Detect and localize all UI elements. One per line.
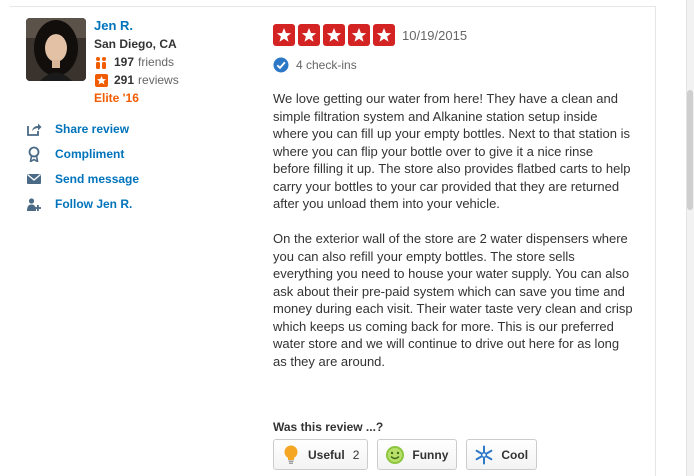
review-star-icon	[94, 74, 108, 87]
helpful-prompt: Was this review ...?	[273, 420, 384, 434]
share-review-action[interactable]: Share review	[26, 116, 256, 141]
compliment-label: Compliment	[55, 146, 125, 161]
star-icon	[298, 24, 320, 46]
friends-icon	[94, 56, 108, 69]
user-name-link[interactable]: Jen R.	[94, 18, 179, 33]
useful-button[interactable]: Useful 2	[273, 439, 369, 470]
follow-icon	[26, 196, 42, 212]
useful-count: 2	[352, 447, 360, 462]
compliment-icon	[26, 146, 42, 162]
checkins: 4 check-ins	[273, 57, 633, 73]
reviews-count: 291	[114, 73, 135, 87]
useful-label: Useful	[308, 447, 345, 462]
message-icon	[26, 171, 42, 187]
lightbulb-icon	[281, 445, 301, 465]
reviews-stat: 291 reviews	[94, 73, 179, 88]
user-sidebar: Jen R. San Diego, CA 197 friends 291 rev…	[26, 18, 256, 216]
card-right-border	[655, 6, 656, 476]
star-icon	[273, 24, 295, 46]
share-icon	[26, 121, 42, 137]
review-text: We love getting our water from here! The…	[273, 90, 633, 370]
user-passport: Jen R. San Diego, CA 197 friends 291 rev…	[26, 18, 256, 106]
follow-user-label: Follow Jen R.	[55, 196, 133, 211]
scrollbar-thumb[interactable]	[687, 90, 693, 210]
funny-button[interactable]: Funny	[377, 439, 458, 470]
star-rating	[273, 24, 395, 46]
follow-user-action[interactable]: Follow Jen R.	[26, 191, 256, 216]
send-message-label: Send message	[55, 171, 140, 186]
review-actions: Share review Compliment Send message Fol…	[26, 116, 256, 216]
star-icon	[348, 24, 370, 46]
friends-stat: 197 friends	[94, 55, 179, 70]
review-paragraph: On the exterior wall of the store are 2 …	[273, 231, 633, 369]
user-info: Jen R. San Diego, CA 197 friends 291 rev…	[94, 18, 179, 106]
review-content: 10/19/2015 4 check-ins We love getting o…	[273, 24, 633, 370]
avatar[interactable]	[26, 18, 86, 81]
checkins-text: 4 check-ins	[296, 58, 357, 72]
checkin-badge-icon	[273, 57, 289, 73]
cool-label: Cool	[501, 447, 529, 462]
friends-label: friends	[138, 55, 175, 69]
star-icon	[323, 24, 345, 46]
review-date: 10/19/2015	[402, 27, 468, 43]
vote-buttons: Useful 2 Funny Cool	[273, 439, 546, 470]
reviews-label: reviews	[138, 73, 179, 87]
snowflake-icon	[474, 445, 494, 465]
card-top-border	[10, 6, 656, 7]
elite-badge[interactable]: Elite '16	[94, 91, 179, 106]
friends-count: 197	[114, 55, 135, 69]
compliment-action[interactable]: Compliment	[26, 141, 256, 166]
smiley-icon	[385, 445, 405, 465]
send-message-action[interactable]: Send message	[26, 166, 256, 191]
cool-button[interactable]: Cool	[466, 439, 538, 470]
rating-row: 10/19/2015	[273, 24, 633, 46]
scrollbar[interactable]	[686, 0, 694, 476]
review-paragraph: We love getting our water from here! The…	[273, 91, 631, 211]
funny-label: Funny	[412, 447, 449, 462]
star-icon	[373, 24, 395, 46]
share-review-label: Share review	[55, 121, 130, 136]
user-location: San Diego, CA	[94, 37, 177, 51]
